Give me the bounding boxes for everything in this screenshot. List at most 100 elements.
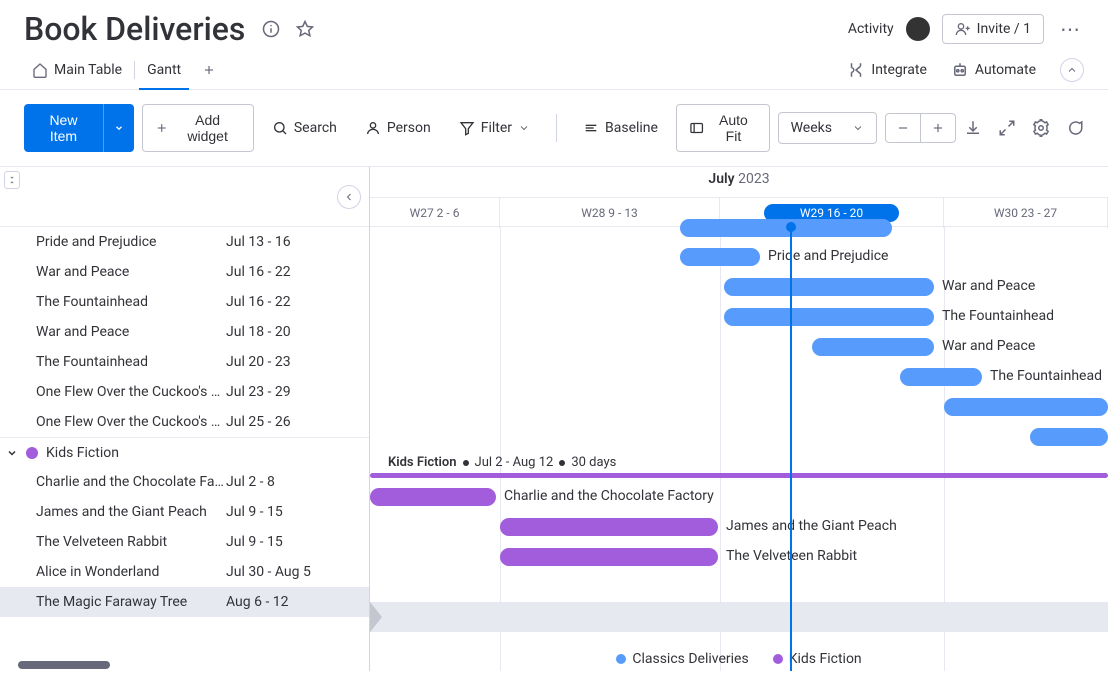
gantt-bar[interactable] (680, 248, 760, 266)
time-unit-select[interactable]: Weeks (778, 112, 877, 144)
more-menu-icon[interactable]: ⋯ (1056, 17, 1084, 41)
plus-icon (931, 121, 945, 135)
gantt-container: Pride and PrejudiceJul 13 - 16War and Pe… (0, 166, 1108, 671)
gantt-bar[interactable] (812, 338, 934, 356)
bar-row (370, 213, 1108, 243)
task-row[interactable]: James and the Giant PeachJul 9 - 15 (0, 497, 369, 527)
star-icon[interactable] (295, 19, 315, 39)
gantt-bar[interactable] (500, 518, 718, 536)
panel-collapse-button[interactable] (337, 185, 361, 209)
download-icon[interactable] (964, 119, 982, 137)
baseline-button[interactable]: Baseline (573, 113, 668, 143)
task-name: The Fountainhead (36, 354, 226, 370)
tab-separator (134, 61, 135, 79)
add-widget-button[interactable]: Add widget (142, 104, 254, 152)
task-row[interactable]: The Velveteen RabbitJul 9 - 15 (0, 527, 369, 557)
minus-icon (896, 121, 910, 135)
scroll-indicator[interactable] (18, 661, 110, 669)
bar-label: James and the Giant Peach (726, 518, 897, 534)
task-name: War and Peace (36, 324, 226, 340)
bar-row (370, 422, 1108, 452)
timeline-panel: July 2023 W27 2 - 6W28 9 - 13W29 16 - 20… (370, 167, 1108, 671)
header-icons (261, 19, 315, 39)
chevron-down-icon (852, 122, 864, 134)
automate-button[interactable]: Automate (951, 61, 1036, 79)
gear-icon[interactable] (1032, 119, 1050, 137)
task-row[interactable]: The FountainheadJul 16 - 22 (0, 287, 369, 317)
timeline-body[interactable]: Pride and PrejudiceWar and PeaceThe Foun… (370, 227, 1108, 671)
bar-row: The Fountainhead (370, 362, 1108, 392)
chevron-down-icon (518, 122, 530, 134)
tab-gantt[interactable]: Gantt (139, 50, 189, 90)
person-button[interactable]: Person (355, 113, 441, 143)
auto-fit-button[interactable]: Auto Fit (676, 104, 770, 152)
tab-main-table[interactable]: Main Table (24, 50, 130, 90)
chevron-down-icon (114, 123, 124, 133)
new-item-button[interactable]: New Item (24, 104, 103, 152)
toolbar-right (964, 119, 1084, 137)
chat-icon[interactable] (1066, 119, 1084, 137)
search-icon (272, 120, 288, 136)
activity-label[interactable]: Activity (848, 21, 894, 37)
task-row[interactable]: One Flew Over the Cuckoo's …Jul 25 - 26 (0, 407, 369, 437)
task-date: Jul 9 - 15 (226, 504, 283, 520)
gantt-bar[interactable] (370, 488, 496, 506)
gantt-bar[interactable] (500, 548, 718, 566)
add-tab-button[interactable] (197, 58, 221, 82)
bar-row: Charlie and the Chocolate Factory (370, 482, 1108, 512)
gantt-bar[interactable] (724, 278, 934, 296)
gantt-bar[interactable] (1030, 428, 1108, 446)
task-name: The Magic Faraway Tree (36, 594, 226, 610)
zoom-group (885, 113, 956, 143)
gantt-bar[interactable] (944, 398, 1108, 416)
task-list-panel: Pride and PrejudiceJul 13 - 16War and Pe… (0, 167, 370, 671)
task-row[interactable]: Pride and PrejudiceJul 13 - 16 (0, 227, 369, 257)
task-date: Jul 30 - Aug 5 (226, 564, 311, 580)
task-row[interactable]: War and PeaceJul 16 - 22 (0, 257, 369, 287)
expand-icon[interactable] (998, 119, 1016, 137)
task-row[interactable]: War and PeaceJul 18 - 20 (0, 317, 369, 347)
collapse-all-button[interactable] (4, 171, 20, 189)
task-name: The Fountainhead (36, 294, 226, 310)
integrate-button[interactable]: Integrate (847, 61, 927, 79)
info-icon[interactable] (261, 19, 281, 39)
bar-row: The Velveteen Rabbit (370, 542, 1108, 572)
task-row[interactable]: Alice in WonderlandJul 30 - Aug 5 (0, 557, 369, 587)
task-row[interactable]: One Flew Over the Cuckoo's …Jul 23 - 29 (0, 377, 369, 407)
zoom-in-button[interactable] (920, 114, 955, 142)
new-item-dropdown[interactable] (103, 104, 134, 152)
task-row[interactable]: Charlie and the Chocolate Fac…Jul 2 - 8 (0, 467, 369, 497)
group-color-dot (26, 447, 38, 459)
group-info: Kids FictionJul 2 - Aug 1230 days (388, 455, 616, 470)
page-title: Book Deliveries (24, 10, 245, 48)
bar-row (370, 602, 1108, 632)
gantt-bar[interactable] (724, 308, 934, 326)
group-bar-row: Kids FictionJul 2 - Aug 1230 days (370, 452, 1108, 482)
group-caret[interactable] (6, 447, 18, 459)
task-name: The Velveteen Rabbit (36, 534, 226, 550)
plus-icon (155, 121, 168, 135)
task-date: Jul 16 - 22 (226, 294, 291, 310)
bar-row (370, 572, 1108, 602)
person-icon (365, 120, 381, 136)
task-row[interactable]: The FountainheadJul 20 - 23 (0, 347, 369, 377)
bar-label: Charlie and the Chocolate Factory (504, 488, 714, 504)
task-row[interactable]: The Magic Faraway TreeAug 6 - 12 (0, 587, 369, 617)
invite-button[interactable]: Invite / 1 (942, 14, 1044, 44)
filter-button[interactable]: Filter (449, 113, 540, 143)
task-list-header (0, 167, 369, 227)
legend-label: Kids Fiction (789, 651, 862, 667)
search-button[interactable]: Search (262, 113, 347, 143)
avatar[interactable] (906, 17, 930, 41)
automate-icon (951, 61, 969, 79)
group-row[interactable]: Kids Fiction (0, 437, 369, 467)
zoom-out-button[interactable] (886, 114, 920, 142)
task-date: Jul 9 - 15 (226, 534, 283, 550)
toolbar-separator (556, 114, 557, 142)
collapse-button[interactable] (1060, 58, 1084, 82)
task-name: James and the Giant Peach (36, 504, 226, 520)
header-right: Activity Invite / 1 ⋯ (848, 14, 1084, 44)
bar-row (370, 392, 1108, 422)
gantt-bar[interactable] (900, 368, 982, 386)
month-label: July 2023 (370, 167, 1108, 187)
